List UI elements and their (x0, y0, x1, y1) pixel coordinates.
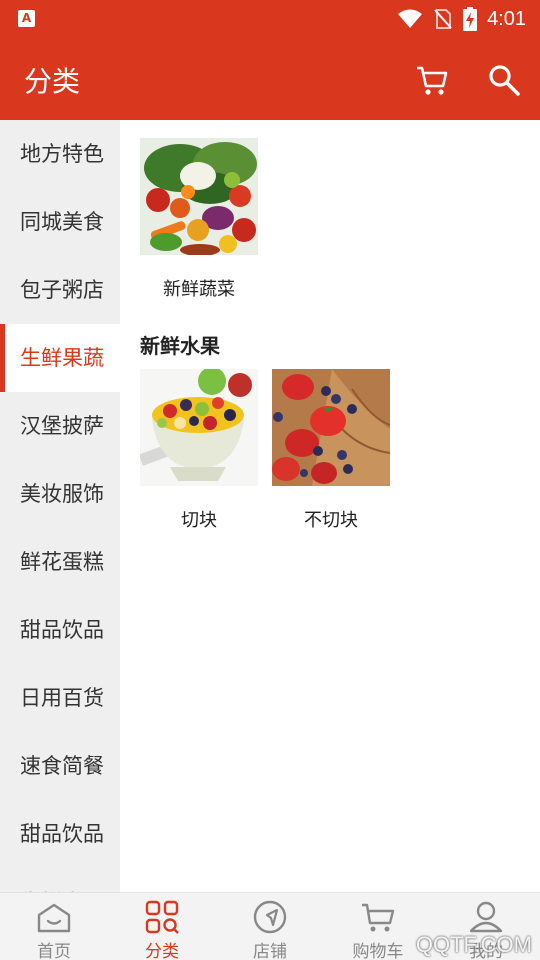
category-sidebar: 地方特色 同城美食 包子粥店 生鲜果蔬 汉堡披萨 美妆服饰 鲜花蛋糕 甜品饮品 … (0, 120, 120, 892)
home-icon (37, 903, 71, 933)
sidebar-item-fast-food[interactable]: 速食简餐 (0, 732, 120, 800)
category-content: 新鲜蔬菜 新鲜水果 切块 不切块 (120, 120, 540, 892)
sidebar-item-desserts-drinks[interactable]: 甜品饮品 (0, 596, 120, 664)
nav-item-category[interactable]: 分类 (108, 893, 216, 960)
sidebar-item-local-specialty[interactable]: 地方特色 (0, 120, 120, 188)
nav-label: 首页 (37, 942, 71, 960)
cart-icon (362, 903, 395, 932)
sidebar-item-desserts-drinks-2[interactable]: 甜品饮品 (0, 800, 120, 868)
sidebar-item-beauty-clothing[interactable]: 美妆服饰 (0, 460, 120, 528)
vegetables-photo (140, 138, 258, 255)
no-sim-icon (434, 9, 452, 29)
cart-icon[interactable] (414, 62, 450, 98)
nav-label: 分类 (145, 942, 179, 960)
sidebar-item-fresh-fruit[interactable]: 生鲜水果 (0, 868, 120, 892)
status-icons: 4:01 (397, 5, 526, 33)
subcategory-tile-vegetables[interactable]: 新鲜蔬菜 (140, 138, 258, 301)
tile-label: 新鲜蔬菜 (163, 279, 235, 300)
fruit-salad-photo (140, 369, 258, 486)
page-title: 分类 (24, 65, 81, 98)
sidebar-item-flowers-cake[interactable]: 鲜花蛋糕 (0, 528, 120, 596)
sidebar-item-burger-pizza[interactable]: 汉堡披萨 (0, 392, 120, 460)
nav-item-home[interactable]: 首页 (0, 893, 108, 960)
battery-charging-icon (463, 7, 478, 31)
navigation-compass-icon (253, 900, 287, 934)
subcategory-tile-whole-fruit[interactable]: 不切块 (272, 369, 390, 532)
tile-label: 不切块 (304, 510, 358, 531)
section-title: 新鲜水果 (140, 334, 220, 358)
user-icon (469, 901, 503, 933)
category-grid-icon (145, 900, 179, 934)
watermark: QQTF.COM (415, 932, 532, 957)
sidebar-item-local-food[interactable]: 同城美食 (0, 188, 120, 256)
wifi-icon (398, 9, 423, 28)
strawberries-blueberries-photo (272, 369, 390, 486)
nav-item-store[interactable]: 店铺 (216, 893, 324, 960)
status-bar: A 4:01 (0, 0, 540, 38)
category-screen: A 4:01 分类 地方特色 同城美食 包子粥店 生鲜果蔬 汉堡披萨 美妆服饰 … (0, 0, 540, 960)
sidebar-item-fresh-produce[interactable]: 生鲜果蔬 (0, 324, 120, 392)
app-notification-icon: A (18, 10, 35, 27)
app-bar: 分类 (0, 38, 540, 120)
tile-label: 切块 (181, 510, 217, 531)
search-icon[interactable] (486, 62, 522, 98)
subcategory-tile-cut-fruit[interactable]: 切块 (140, 369, 258, 532)
nav-label: 店铺 (253, 942, 287, 960)
sidebar-item-daily-goods[interactable]: 日用百货 (0, 664, 120, 732)
clock-time: 4:01 (487, 7, 526, 30)
sidebar-item-bun-porridge[interactable]: 包子粥店 (0, 256, 120, 324)
